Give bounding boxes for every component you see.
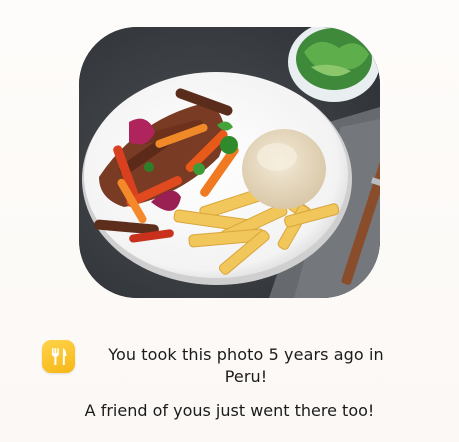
memory-sub-message: A friend of yous just went there too! — [84, 401, 375, 420]
memory-message: You took this photo 5 years ago in Peru! — [108, 345, 384, 386]
food-photo-illustration — [79, 27, 380, 298]
fork-knife-icon[interactable] — [42, 340, 75, 373]
food-photo[interactable] — [79, 27, 380, 298]
memory-card: You took this photo 5 years ago in Peru!… — [0, 0, 459, 442]
